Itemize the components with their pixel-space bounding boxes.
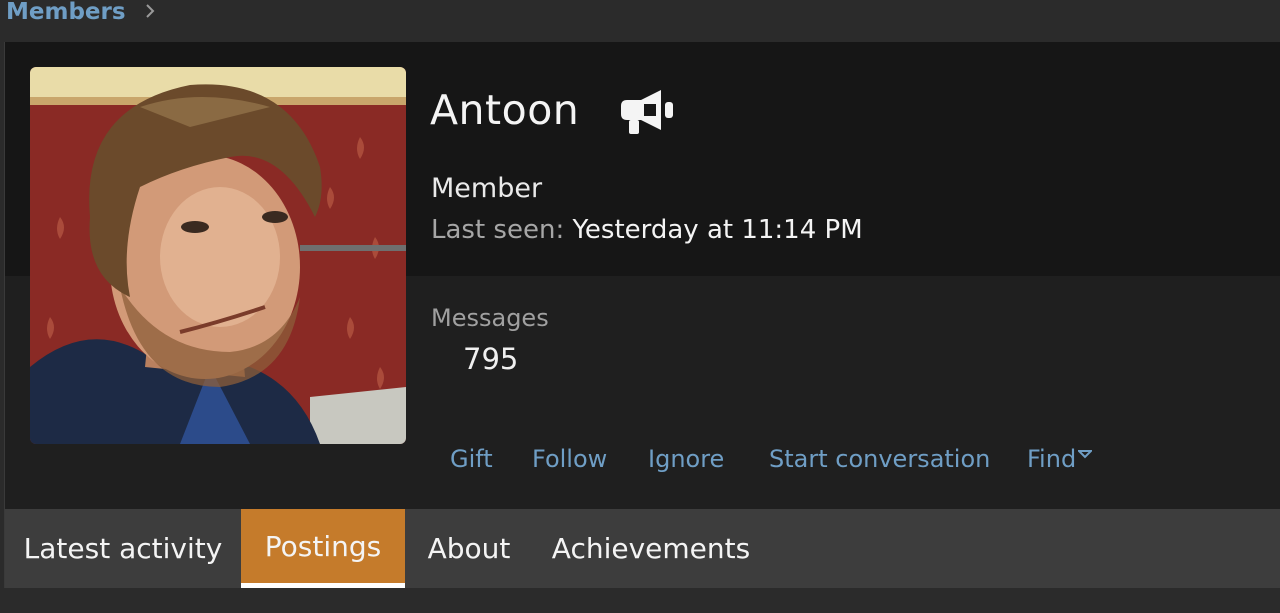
follow-link[interactable]: Follow xyxy=(532,445,607,473)
tab-about[interactable]: About xyxy=(405,509,533,588)
avatar-photo xyxy=(30,67,406,444)
tab-latest-activity[interactable]: Latest activity xyxy=(5,509,241,588)
tab-postings[interactable]: Postings xyxy=(241,509,405,588)
avatar[interactable] xyxy=(30,67,406,444)
find-dropdown[interactable]: Find xyxy=(1027,445,1093,473)
last-seen-label: Last seen: xyxy=(431,215,565,245)
ignore-link[interactable]: Ignore xyxy=(648,445,724,473)
gift-link[interactable]: Gift xyxy=(450,445,493,473)
breadcrumb-members-link[interactable]: Members xyxy=(6,0,126,26)
last-seen-value: Yesterday at 11:14 PM xyxy=(572,215,863,245)
last-seen: Last seen: Yesterday at 11:14 PM xyxy=(431,215,863,245)
megaphone-icon xyxy=(621,90,673,134)
user-title: Member xyxy=(431,173,543,204)
profile-card: Antoon Member Last seen: Yesterday at 11… xyxy=(4,42,1280,588)
profile-actions: Gift Follow Ignore Start conversation Fi… xyxy=(5,445,1280,475)
breadcrumb: Members xyxy=(0,0,1280,28)
messages-label: Messages xyxy=(431,304,549,332)
chevron-down-icon xyxy=(1078,450,1093,459)
start-conversation-link[interactable]: Start conversation xyxy=(769,445,990,473)
chevron-right-icon xyxy=(145,4,154,18)
username: Antoon xyxy=(430,86,580,134)
messages-count[interactable]: 795 xyxy=(463,342,518,376)
profile-tabs: Latest activity Postings About Achieveme… xyxy=(5,509,1280,588)
find-label: Find xyxy=(1027,445,1077,473)
breadcrumb-separator xyxy=(144,0,156,24)
tab-achievements[interactable]: Achievements xyxy=(533,509,769,588)
